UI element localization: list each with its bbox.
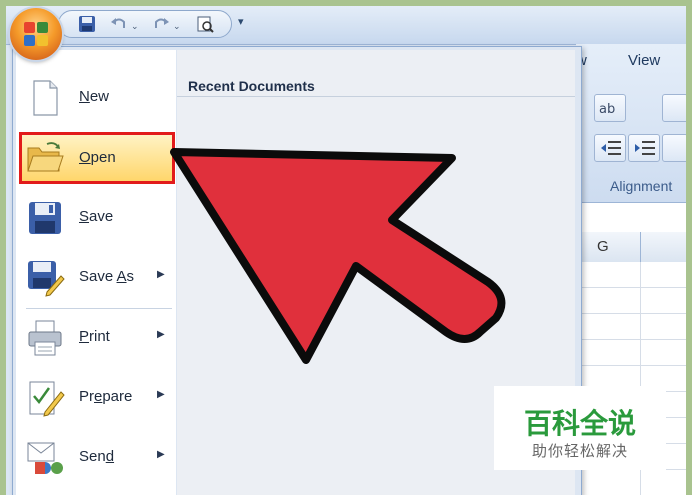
- save-icon[interactable]: [77, 14, 97, 34]
- merge-button[interactable]: [662, 134, 686, 162]
- menu-item-label: New: [79, 88, 110, 105]
- menu-item-label: Open: [79, 149, 116, 166]
- menu-item-label: Print: [79, 328, 110, 345]
- column-divider: [640, 232, 641, 262]
- save-disk-icon: [29, 202, 61, 234]
- menu-item-send[interactable]: Send ▶: [19, 432, 175, 484]
- send-icon: [27, 442, 63, 474]
- office-button[interactable]: [10, 8, 62, 60]
- menu-item-label: Send: [79, 448, 115, 465]
- undo-icon[interactable]: [109, 14, 129, 34]
- tab-view[interactable]: View: [628, 52, 660, 69]
- office-logo-icon: [24, 22, 35, 33]
- menu-item-save[interactable]: Save: [19, 192, 175, 244]
- undo-dropdown-icon[interactable]: ⌄: [131, 21, 139, 32]
- open-folder-icon: [27, 142, 64, 172]
- submenu-arrow-icon: ▶: [157, 269, 165, 280]
- office-logo-quadrant: [37, 35, 48, 46]
- menu-item-prepare[interactable]: Prepare ▶: [19, 372, 175, 424]
- svg-text:ab: ab: [599, 102, 615, 117]
- alignment-group-label: Alignment: [610, 178, 673, 194]
- menu-item-new[interactable]: New: [19, 72, 175, 124]
- submenu-arrow-icon: ▶: [157, 449, 165, 460]
- prepare-icon: [29, 381, 65, 417]
- redo-icon[interactable]: [151, 14, 171, 34]
- column-header-row: G: [576, 232, 686, 263]
- ribbon: w View ab Alignment: [576, 44, 686, 202]
- quick-access-pill: ⌄ ⌄: [58, 10, 232, 38]
- redo-dropdown-icon[interactable]: ⌄: [173, 21, 181, 32]
- menu-item-label: Prepare: [79, 388, 133, 405]
- increase-indent-button[interactable]: [628, 134, 660, 162]
- red-arrow-annotation: [170, 148, 506, 364]
- submenu-arrow-icon: ▶: [157, 389, 165, 400]
- quick-access-toolbar: ⌄ ⌄ ▾: [6, 6, 686, 45]
- menu-item-print[interactable]: Print ▶: [19, 312, 175, 364]
- orientation-icon: ab: [599, 102, 615, 117]
- office-logo-quadrant: [37, 22, 48, 33]
- increase-indent-icon: [635, 141, 655, 155]
- printer-icon: [28, 320, 62, 356]
- print-preview-icon[interactable]: [195, 14, 215, 34]
- column-header-g[interactable]: G: [597, 238, 609, 255]
- recent-documents-header: Recent Documents: [177, 50, 575, 97]
- watermark: 百科全说 助你轻松解决: [494, 386, 666, 470]
- submenu-arrow-icon: ▶: [157, 329, 165, 340]
- menu-item-save-as[interactable]: Save As ▶: [19, 252, 175, 304]
- watermark-subtitle: 助你轻松解决: [531, 442, 628, 460]
- menu-item-label: Save As: [79, 268, 135, 285]
- office-logo-quadrant: [24, 35, 35, 46]
- watermark-title: 百科全说: [523, 407, 636, 440]
- decrease-indent-button[interactable]: [594, 134, 626, 162]
- new-document-icon: [33, 80, 58, 116]
- menu-item-open[interactable]: Open: [19, 132, 175, 184]
- recent-documents-title: Recent Documents: [188, 78, 315, 94]
- menu-separator: [26, 308, 172, 309]
- office-menu-commands: New Open Save Save As ▶ Print ▶ Prepare …: [16, 50, 176, 495]
- customize-toolbar-icon[interactable]: ▾: [238, 15, 244, 28]
- save-as-icon: [28, 261, 65, 297]
- decrease-indent-icon: [601, 141, 621, 155]
- wrap-text-button[interactable]: [662, 94, 686, 122]
- menu-item-label: Save: [79, 208, 114, 225]
- orientation-button[interactable]: ab: [594, 94, 626, 122]
- formula-bar[interactable]: [576, 202, 686, 234]
